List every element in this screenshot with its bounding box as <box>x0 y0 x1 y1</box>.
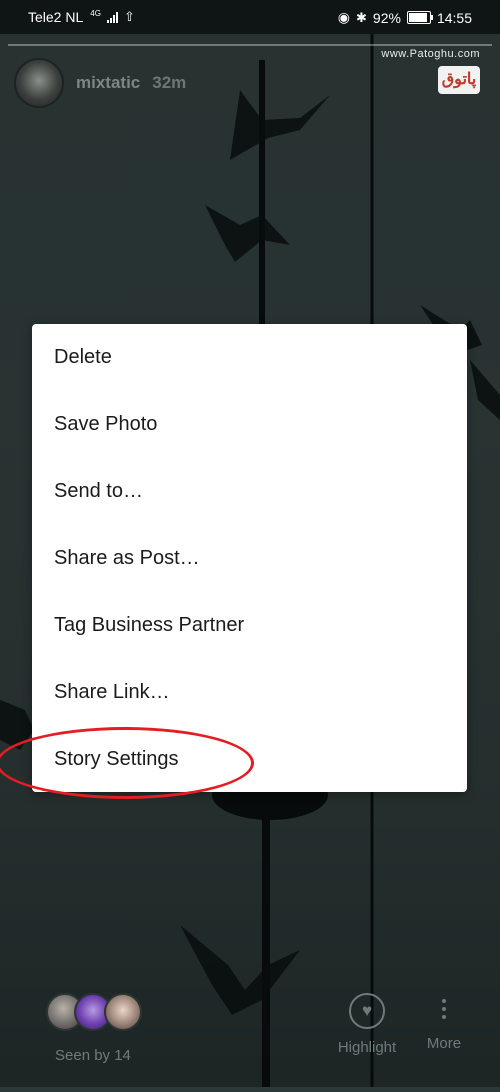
username[interactable]: mixtatic <box>76 73 140 93</box>
story-header: mixtatic 32m <box>14 58 186 108</box>
menu-item-send-to[interactable]: Send to… <box>32 458 467 525</box>
menu-item-tag-business-partner[interactable]: Tag Business Partner <box>32 592 467 659</box>
more-button[interactable]: More <box>418 993 470 1052</box>
time-ago: 32m <box>152 73 187 92</box>
avatar[interactable] <box>14 58 64 108</box>
status-left: Tele2 NL 4G ⇧ <box>28 8 135 26</box>
upload-icon: ⇧ <box>123 9 135 24</box>
menu-item-share-as-post[interactable]: Share as Post… <box>32 525 467 592</box>
menu-item-story-settings[interactable]: Story Settings <box>32 726 467 793</box>
carrier-label: Tele2 NL <box>28 9 84 25</box>
menu-item-delete[interactable]: Delete <box>32 324 467 391</box>
bluetooth-icon: ✱ <box>356 9 367 25</box>
watermark-logo: پاتوق <box>438 66 480 94</box>
story-options-menu: Delete Save Photo Send to… Share as Post… <box>32 324 467 792</box>
story-progress-bar <box>8 44 492 46</box>
status-bar: Tele2 NL 4G ⇧ ◉ ✱ 92% 14:55 <box>0 0 500 34</box>
seen-by-label[interactable]: Seen by 14 <box>55 1047 131 1064</box>
network-type-label: 4G <box>90 8 101 18</box>
highlight-button[interactable]: ♥ Highlight <box>332 993 402 1056</box>
viewer-avatar <box>104 993 142 1031</box>
eye-icon: ◉ <box>337 9 351 25</box>
signal-icon <box>106 11 118 23</box>
watermark: www.Patoghu.com پاتوق <box>381 48 480 94</box>
battery-percent: 92% <box>372 9 401 26</box>
more-label: More <box>426 1035 462 1052</box>
menu-item-share-link[interactable]: Share Link… <box>32 659 467 726</box>
watermark-url: www.Patoghu.com <box>381 48 480 60</box>
battery-icon <box>406 11 433 24</box>
menu-item-save-photo[interactable]: Save Photo <box>32 391 467 458</box>
story-footer: Seen by 14 ♥ Highlight More <box>0 985 500 1075</box>
clock: 14:55 <box>436 9 472 26</box>
highlight-label: Highlight <box>337 1039 397 1056</box>
heart-icon: ♥ <box>349 993 385 1029</box>
viewer-avatars[interactable] <box>46 993 146 1033</box>
status-right: ◉ ✱ 92% 14:55 <box>338 9 472 26</box>
more-dots-icon <box>428 993 460 1025</box>
